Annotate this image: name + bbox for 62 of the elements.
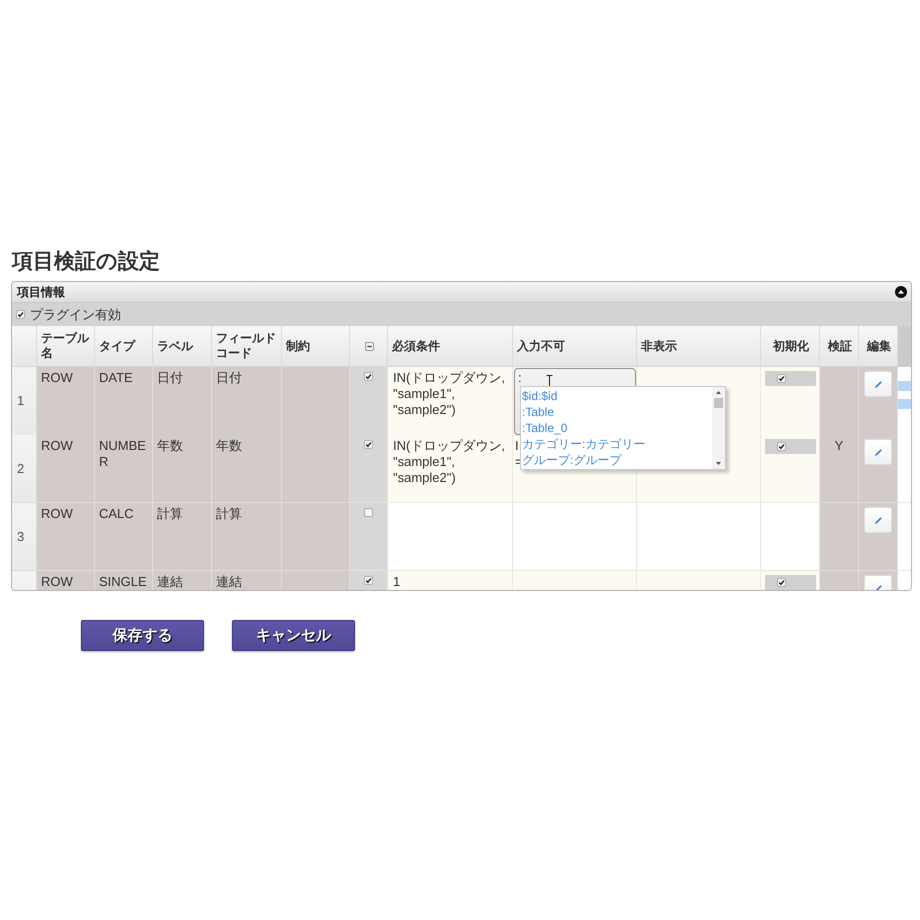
suggestion-item[interactable]: $id:$id bbox=[521, 388, 712, 404]
table-cell: DATE bbox=[95, 367, 153, 436]
row-number: 2 bbox=[12, 435, 37, 503]
table-cell: ROW bbox=[37, 367, 95, 436]
collapse-icon[interactable] bbox=[895, 286, 907, 298]
table-cell: NUMBER bbox=[95, 435, 153, 503]
checkbox-label[interactable]: プラグイン有効 bbox=[30, 306, 121, 322]
suggestion-item[interactable]: :Table_0 bbox=[521, 420, 712, 436]
pencil-icon bbox=[874, 516, 882, 524]
table-cell: 日付 bbox=[212, 367, 282, 436]
table-cell: CALC bbox=[95, 503, 153, 571]
scrollbar-thumb[interactable] bbox=[714, 398, 723, 408]
table-cell: 日付 bbox=[153, 367, 212, 436]
table-cell: IN(ドロップダウン, "sample1", "sample2") bbox=[388, 367, 513, 436]
highlight-strip bbox=[898, 399, 911, 409]
column-header: テーブル名 bbox=[37, 326, 95, 367]
column-header: 入力不可 bbox=[513, 326, 637, 367]
cancel-button[interactable]: キャンセル bbox=[232, 620, 355, 651]
checkbox[interactable] bbox=[364, 440, 373, 449]
panel-title: 項目情報 bbox=[17, 285, 65, 299]
suggestion-item[interactable]: カテゴリー:カテゴリー bbox=[521, 436, 712, 452]
pencil-icon bbox=[874, 380, 882, 388]
highlight-strip bbox=[898, 381, 911, 391]
column-header: 検証 bbox=[820, 326, 859, 367]
table-cell: 計算 bbox=[212, 503, 282, 571]
table-cell: ROW bbox=[37, 571, 95, 590]
table-cell: SINGLE bbox=[95, 571, 153, 590]
scrollbar[interactable] bbox=[712, 387, 725, 469]
table-cell: 計算 bbox=[153, 503, 212, 571]
table-cell: IN(ドロップダウン, "sample1", "sample2") bbox=[388, 435, 513, 503]
column-header: ラベル bbox=[153, 326, 212, 367]
table-cell: 年数 bbox=[212, 435, 282, 503]
table-cell: 年数 bbox=[153, 435, 212, 503]
checkbox[interactable] bbox=[16, 310, 25, 319]
checkbox[interactable] bbox=[776, 578, 786, 587]
row-number: 3 bbox=[12, 503, 37, 571]
checkbox[interactable] bbox=[776, 374, 786, 383]
suggestion-item[interactable]: :Table bbox=[521, 404, 712, 420]
save-button[interactable]: 保存する bbox=[81, 620, 204, 651]
checkbox[interactable] bbox=[364, 372, 373, 381]
column-header: 必須条件 bbox=[388, 326, 513, 367]
column-header: フィールドコード bbox=[212, 326, 282, 367]
column-header: 初期化 bbox=[761, 326, 820, 367]
row-number: 1 bbox=[12, 367, 37, 436]
table-cell: Y bbox=[820, 435, 859, 503]
column-header: 編集 bbox=[859, 326, 898, 367]
column-header: 非表示 bbox=[637, 326, 761, 367]
pencil-icon bbox=[874, 448, 882, 456]
table-cell: ROW bbox=[37, 435, 95, 503]
minus-square-icon[interactable] bbox=[365, 342, 374, 350]
table-cell: 1 bbox=[388, 571, 513, 590]
pencil-icon bbox=[874, 584, 882, 590]
table-cell: 連結 bbox=[212, 571, 282, 590]
checkbox[interactable] bbox=[364, 576, 373, 585]
checkbox[interactable] bbox=[776, 442, 786, 451]
column-header: 制約 bbox=[282, 326, 350, 367]
page-title: 項目検証の設定 bbox=[12, 249, 160, 275]
table-cell: 連結 bbox=[153, 571, 212, 590]
suggestion-item[interactable]: グループ:グループ bbox=[521, 452, 712, 468]
table-cell: ROW bbox=[37, 503, 95, 571]
checkbox[interactable] bbox=[364, 508, 373, 517]
column-header: タイプ bbox=[95, 326, 153, 367]
